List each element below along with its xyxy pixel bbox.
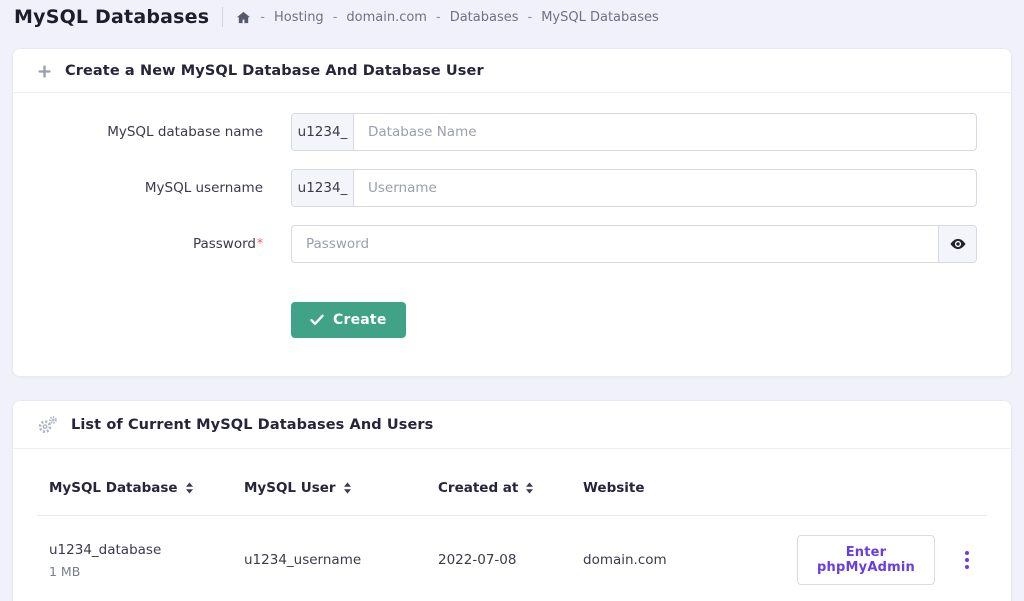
column-header-mysql-database[interactable]: MySQL Database <box>37 480 232 496</box>
username-input-group: u1234_ <box>291 169 977 207</box>
breadcrumb-separator: - <box>528 10 533 25</box>
database-name-row: MySQL database name u1234_ <box>37 113 977 151</box>
database-name-prefix: u1234_ <box>292 114 354 150</box>
required-asterisk: * <box>257 236 263 250</box>
website-cell: domain.com <box>571 552 785 568</box>
plus-icon <box>37 64 52 79</box>
check-icon <box>310 314 324 326</box>
database-name-input[interactable] <box>354 114 976 150</box>
column-header-mysql-user[interactable]: MySQL User <box>232 480 426 496</box>
create-card-title: Create a New MySQL Database And Database… <box>65 63 484 79</box>
username-row: MySQL username u1234_ <box>37 169 977 207</box>
list-card-title: List of Current MySQL Databases And User… <box>71 417 433 433</box>
databases-table: MySQL Database MySQL User Created at Web… <box>13 449 1011 601</box>
database-list-card: List of Current MySQL Databases And User… <box>12 400 1012 601</box>
database-size: 1 MB <box>49 564 80 579</box>
gears-icon <box>37 415 58 435</box>
page-title: MySQL Databases <box>14 6 209 28</box>
table-row: u1234_database 1 MB u1234_username 2022-… <box>37 516 987 601</box>
create-button[interactable]: Create <box>291 302 406 338</box>
enter-phpmyadmin-button[interactable]: Enter phpMyAdmin <box>797 535 935 585</box>
column-header-website: Website <box>571 480 785 496</box>
created-at-cell: 2022-07-08 <box>426 552 571 568</box>
breadcrumb: - Hosting - domain.com - Databases - MyS… <box>236 10 659 25</box>
password-row: Password* <box>37 225 977 263</box>
create-form: MySQL database name u1234_ MySQL usernam… <box>13 93 1011 376</box>
column-header-created-at[interactable]: Created at <box>426 480 571 496</box>
breadcrumb-separator: - <box>333 10 338 25</box>
home-icon[interactable] <box>236 10 251 25</box>
breadcrumb-databases[interactable]: Databases <box>450 10 519 25</box>
list-card-header: List of Current MySQL Databases And User… <box>13 401 1011 449</box>
breadcrumb-separator: - <box>260 10 265 25</box>
table-header-row: MySQL Database MySQL User Created at Web… <box>37 449 987 516</box>
sort-icon[interactable] <box>185 482 194 494</box>
action-cell: Enter phpMyAdmin <box>785 535 935 585</box>
database-cell: u1234_database 1 MB <box>37 542 232 579</box>
sort-icon[interactable] <box>525 482 534 494</box>
database-name: u1234_database <box>49 542 161 558</box>
create-database-card: Create a New MySQL Database And Database… <box>12 48 1012 377</box>
breadcrumb-hosting[interactable]: Hosting <box>274 10 324 25</box>
username-label: MySQL username <box>37 180 263 196</box>
password-input-group <box>291 225 977 263</box>
username-prefix: u1234_ <box>292 170 354 206</box>
breadcrumb-mysql-databases: MySQL Databases <box>541 10 659 25</box>
breadcrumb-domain[interactable]: domain.com <box>346 10 427 25</box>
title-breadcrumb-divider <box>222 7 223 27</box>
password-input[interactable] <box>292 226 938 262</box>
user-cell: u1234_username <box>232 552 426 568</box>
create-card-header: Create a New MySQL Database And Database… <box>13 49 1011 93</box>
toggle-password-visibility-button[interactable] <box>938 226 976 262</box>
sort-icon[interactable] <box>343 482 352 494</box>
breadcrumb-separator: - <box>436 10 441 25</box>
menu-cell <box>935 547 987 573</box>
create-button-label: Create <box>333 312 387 328</box>
username-input[interactable] <box>354 170 976 206</box>
kebab-menu-icon[interactable] <box>959 547 975 573</box>
top-bar: MySQL Databases - Hosting - domain.com -… <box>0 0 1024 34</box>
password-label: Password* <box>37 236 263 252</box>
eye-icon <box>949 235 967 253</box>
database-name-input-group: u1234_ <box>291 113 977 151</box>
database-name-label: MySQL database name <box>37 124 263 140</box>
